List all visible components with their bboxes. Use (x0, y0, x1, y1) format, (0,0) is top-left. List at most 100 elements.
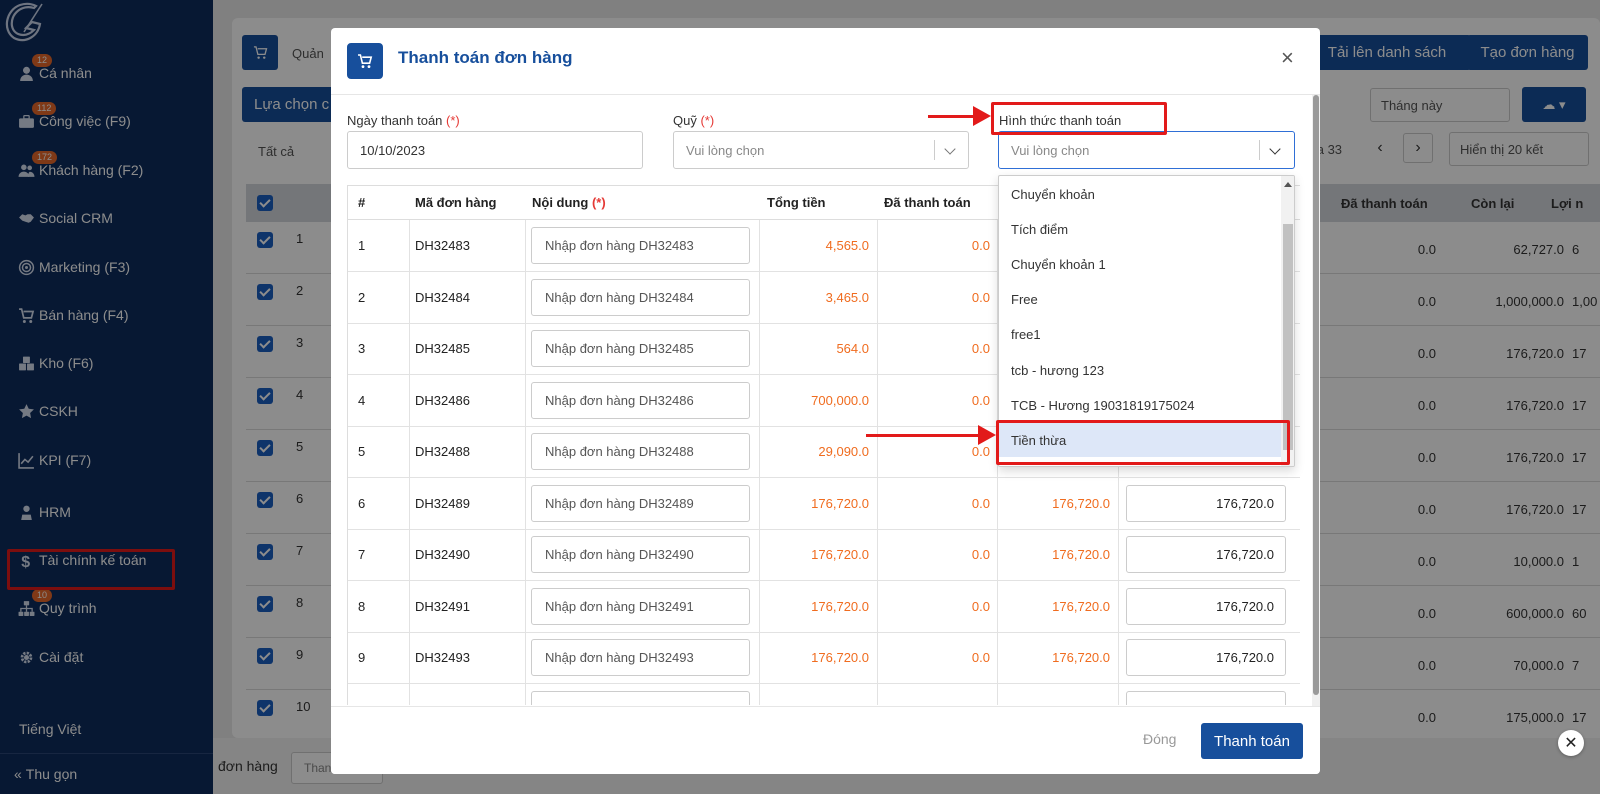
row-total: 29,090.0 (818, 444, 869, 459)
dropdown-option[interactable]: Tích điểm (999, 212, 1281, 246)
row-order-code: DH32483 (415, 238, 470, 253)
annotation-highlight-method-label (991, 102, 1167, 135)
row-number: 3 (358, 341, 366, 356)
header-order-code: Mã đơn hàng (415, 195, 497, 210)
row-number: 8 (358, 598, 366, 614)
table-row: 9 DH32493 Nhập đơn hàng DH32493 176,720.0 0.… (348, 632, 1300, 684)
row-amount-value: 176,720.0 (1216, 650, 1274, 665)
header-total: Tổng tiền (767, 195, 826, 210)
dropdown-option[interactable]: tcb - hương 123 (999, 353, 1281, 387)
row-order-code: DH32484 (415, 289, 470, 305)
modal-header: Thanh toán đơn hàng × (331, 28, 1320, 95)
row-remaining: 176,720.0 (1052, 598, 1110, 614)
row-paid: 0.0 (971, 650, 990, 665)
row-content-input[interactable]: Nhập đơn hàng DH32486 (531, 381, 750, 419)
row-amount-value: 176,720.0 (1216, 598, 1274, 614)
row-content-input[interactable]: Nhập đơn hàng DH32489 (531, 484, 750, 522)
pay-button[interactable]: Thanh toán (1201, 723, 1303, 759)
row-number: 2 (358, 289, 366, 305)
payment-date-label-text: Ngày thanh toán (347, 113, 443, 128)
header-paid: Đã thanh toán (884, 195, 971, 210)
row-paid: 0.0 (971, 341, 990, 356)
fund-select[interactable]: Vui lòng chọn (673, 131, 969, 169)
row-number: 1 (358, 238, 366, 253)
row-total: 564.0 (836, 341, 869, 356)
chevron-down-icon (944, 143, 956, 155)
row-content-input[interactable]: Nhập đơn hàng DH32490 (531, 536, 750, 573)
chevron-down-icon (1269, 143, 1281, 155)
row-total: 176,720.0 (811, 598, 869, 614)
dropdown-option[interactable]: free1 (999, 318, 1281, 352)
row-paid: 0.0 (971, 238, 990, 253)
row-content-input[interactable]: Nhập đơn hàng DH32483 (531, 227, 750, 264)
table-row: 6 DH32489 Nhập đơn hàng DH32489 176,720.0 0.… (348, 478, 1300, 530)
row-paid: 0.0 (971, 547, 990, 562)
row-order-code: DH32491 (415, 598, 470, 614)
row-amount-input[interactable]: 176,720.0 (1126, 639, 1286, 676)
scroll-up-icon[interactable] (1284, 182, 1292, 187)
row-content-input[interactable]: Nhập đơn hàng DH32493 (531, 639, 750, 676)
row-remaining: 176,720.0 (1052, 495, 1110, 511)
row-order-code: DH32489 (415, 495, 470, 511)
modal-scrollbar-thumb[interactable] (1313, 95, 1319, 695)
modal-scrollbar[interactable] (1312, 95, 1320, 706)
dropdown-scrollbar-thumb[interactable] (1283, 224, 1293, 450)
row-amount-input[interactable] (1126, 690, 1286, 705)
row-content-value: Nhập đơn hàng DH32490 (545, 547, 694, 562)
header-content: Nội dung (*) (532, 195, 606, 210)
modal-footer: Đóng Thanh toán (331, 706, 1320, 774)
dropdown-option[interactable]: Chuyển khoản (999, 177, 1281, 211)
modal-close-button[interactable]: × (1281, 45, 1294, 71)
row-content-value: Nhập đơn hàng DH32493 (545, 650, 694, 665)
row-paid: 0.0 (971, 289, 990, 305)
row-content-value: Nhập đơn hàng DH32484 (545, 289, 694, 305)
row-amount-input[interactable]: 176,720.0 (1126, 484, 1286, 522)
close-icon[interactable]: ✕ (1558, 730, 1584, 756)
row-order-code: DH32486 (415, 392, 470, 408)
row-content-value: Nhập đơn hàng DH32485 (545, 341, 694, 356)
row-number: 4 (358, 392, 366, 408)
row-content-input[interactable]: Nhập đơn hàng DH32491 (531, 587, 750, 625)
fund-label: Quỹ (*) (673, 113, 714, 128)
row-amount-value: 176,720.0 (1216, 547, 1274, 562)
row-content-input[interactable] (531, 690, 750, 705)
row-amount-input[interactable]: 176,720.0 (1126, 587, 1286, 625)
row-content-input[interactable]: Nhập đơn hàng DH32488 (531, 433, 750, 470)
fund-select-placeholder: Vui lòng chọn (686, 142, 765, 158)
row-total: 4,565.0 (825, 238, 869, 253)
row-total: 3,465.0 (825, 289, 869, 305)
row-order-code: DH32485 (415, 341, 470, 356)
dropdown-option[interactable]: Chuyển khoản 1 (999, 247, 1281, 281)
dropdown-option[interactable]: TCB - Hương 19031819175024 (999, 388, 1281, 422)
payment-method-select[interactable]: Vui lòng chọn (998, 131, 1295, 169)
row-content-input[interactable]: Nhập đơn hàng DH32484 (531, 278, 750, 316)
annotation-arrow-option (866, 425, 996, 445)
row-number: 9 (358, 650, 366, 665)
annotation-highlight-option (996, 420, 1290, 465)
table-row (348, 684, 1300, 705)
header-index: # (358, 195, 366, 210)
row-total: 176,720.0 (811, 650, 869, 665)
payment-date-label: Ngày thanh toán (*) (347, 113, 460, 128)
table-row: 8 DH32491 Nhập đơn hàng DH32491 176,720.0 0.… (348, 581, 1300, 633)
table-row: 7 DH32490 Nhập đơn hàng DH32490 176,720.0 0.… (348, 529, 1300, 581)
close-button[interactable]: Đóng (1143, 731, 1176, 747)
row-content-value: Nhập đơn hàng DH32483 (545, 238, 694, 253)
row-content-value: Nhập đơn hàng DH32489 (545, 495, 694, 511)
payment-date-input[interactable]: 10/10/2023 (347, 131, 643, 169)
payment-method-placeholder: Vui lòng chọn (1011, 142, 1090, 158)
row-paid: 0.0 (971, 444, 990, 459)
row-paid: 0.0 (971, 495, 990, 511)
annotation-arrow-method-label (928, 106, 991, 126)
row-content-input[interactable]: Nhập đơn hàng DH32485 (531, 330, 750, 367)
row-content-value: Nhập đơn hàng DH32488 (545, 444, 694, 459)
header-content-text: Nội dung (532, 195, 589, 210)
select-divider (1259, 140, 1260, 160)
dropdown-option[interactable]: Free (999, 283, 1281, 317)
row-total: 176,720.0 (811, 495, 869, 511)
row-order-code: DH32493 (415, 650, 470, 665)
row-order-code: DH32490 (415, 547, 470, 562)
select-divider (934, 140, 935, 160)
required-mark: (*) (591, 195, 606, 210)
row-amount-input[interactable]: 176,720.0 (1126, 536, 1286, 573)
